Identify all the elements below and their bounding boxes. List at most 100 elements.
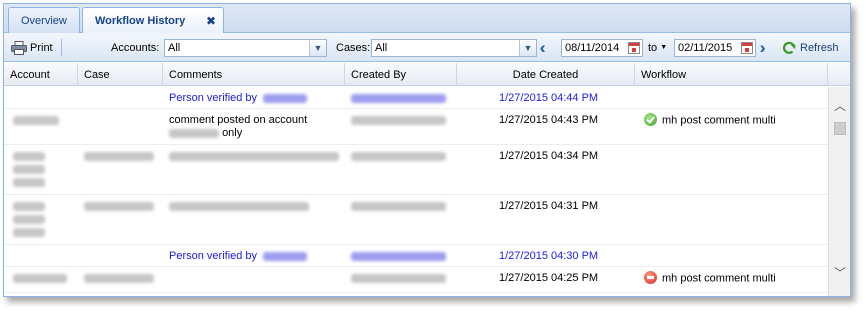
created-by-cell [351, 150, 446, 163]
table-row[interactable]: Person verified by 1/27/2015 04:44 PM [4, 87, 828, 109]
stop-circle-icon [644, 271, 657, 284]
cases-input[interactable] [372, 40, 519, 56]
created-by-cell [351, 200, 446, 213]
chevron-down-icon[interactable]: ▼ [309, 40, 326, 56]
table-row[interactable]: comment posted on account only 1/27/2015… [4, 109, 828, 145]
date-cell: 1/27/2015 04:31 PM [499, 200, 599, 212]
comment-cell: Person verified by [169, 250, 308, 263]
printer-icon [11, 40, 27, 55]
table-row[interactable]: 1/27/2015 04:34 PM [4, 145, 828, 195]
toolbar-separator [61, 39, 62, 56]
date-cell: 1/27/2015 04:25 PM [499, 272, 599, 284]
print-button[interactable]: Print [11, 33, 53, 62]
redacted-case [84, 151, 154, 161]
account-cell [13, 150, 45, 189]
scrollbar-thumb[interactable] [834, 122, 846, 135]
redacted-account [13, 273, 67, 283]
calendar-icon[interactable] [628, 42, 640, 54]
redacted-comment [169, 151, 339, 161]
redacted-account [13, 164, 45, 174]
account-cell [13, 114, 59, 127]
redacted-account [13, 177, 45, 187]
redacted-user [351, 93, 446, 103]
redacted-comment [169, 201, 309, 211]
date-from-input[interactable] [562, 40, 625, 56]
grid-header: Account Case Comments Created By Date Cr… [4, 63, 850, 86]
date-from-field[interactable] [561, 39, 643, 57]
accounts-label: Accounts: [111, 41, 160, 54]
workflow-text: mh post comment multi [662, 114, 776, 127]
tab-bar: Overview Workflow History ✖ [4, 4, 850, 34]
redacted-user [351, 251, 446, 261]
redacted-account [13, 115, 59, 125]
case-cell [84, 200, 154, 213]
workflow-cell: mh post comment multi [644, 113, 776, 127]
column-header-case[interactable]: Case [78, 63, 163, 86]
comment-cell: Person verified by [169, 92, 308, 105]
scroll-up-icon[interactable]: ︿ [829, 97, 850, 113]
redacted-account [13, 214, 45, 224]
date-to-field[interactable] [674, 39, 756, 57]
created-by-cell [351, 114, 446, 127]
tab-overview[interactable]: Overview [8, 7, 80, 33]
date-cell: 1/27/2015 04:30 PM [499, 250, 599, 262]
case-cell [84, 150, 154, 163]
comment-cell [169, 150, 339, 163]
workflow-panel: Overview Workflow History ✖ Print Accoun… [3, 3, 851, 297]
comment-cell: comment posted on account only [169, 114, 307, 140]
refresh-label: Refresh [800, 41, 839, 54]
account-cell [13, 272, 67, 285]
refresh-button[interactable]: Refresh [781, 33, 839, 62]
date-range-to[interactable]: to ▼ [648, 33, 667, 62]
date-to-input[interactable] [675, 40, 738, 56]
column-header-date-created[interactable]: Date Created [457, 63, 635, 86]
accounts-select[interactable]: ▼ [164, 39, 327, 57]
tab-label: Workflow History [95, 15, 186, 27]
table-row[interactable]: 1/27/2015 04:25 PM mh post comment multi [4, 267, 828, 293]
column-header-created-by[interactable]: Created By [345, 63, 457, 86]
redacted-case [84, 201, 154, 211]
redacted-user [351, 201, 446, 211]
vertical-scrollbar[interactable]: ︿ ﹀ [828, 87, 850, 296]
comment-text: Person verified by [169, 250, 258, 262]
chevron-down-icon[interactable]: ▼ [519, 40, 536, 56]
redacted-account [13, 151, 45, 161]
to-label: to [648, 41, 658, 54]
date-cell: 1/27/2015 04:34 PM [499, 150, 599, 162]
redacted-user [351, 115, 446, 125]
print-label: Print [30, 41, 53, 54]
redacted-account [13, 201, 45, 211]
created-by-cell [351, 272, 446, 285]
close-icon[interactable]: ✖ [206, 14, 216, 28]
comment-text: only [222, 127, 243, 139]
grid-body: Person verified by 1/27/2015 04:44 PM co… [4, 87, 828, 296]
refresh-icon [783, 41, 796, 54]
redacted-account [13, 227, 45, 237]
comment-text: comment posted on account [169, 114, 308, 126]
case-cell [84, 272, 154, 285]
tab-label: Overview [21, 15, 67, 27]
created-by-cell [351, 92, 446, 105]
created-by-cell [351, 250, 446, 263]
accounts-input[interactable] [165, 40, 309, 56]
workflow-text: mh post comment multi [662, 272, 776, 285]
toolbar: Print Accounts: ▼ Cases: ▼ ‹‹ to ▼ ›› [4, 33, 850, 62]
check-circle-icon [644, 113, 657, 126]
calendar-icon[interactable] [741, 42, 753, 54]
caret-down-icon: ▼ [660, 44, 668, 51]
column-header-workflow[interactable]: Workflow [635, 63, 828, 86]
comment-text: Person verified by [169, 92, 258, 104]
cases-label: Cases: [336, 41, 371, 54]
table-row[interactable]: Person verified by 1/27/2015 04:30 PM [4, 245, 828, 267]
redacted-user [351, 151, 446, 161]
scroll-down-icon[interactable]: ﹀ [829, 264, 850, 280]
table-row[interactable]: 1/27/2015 04:31 PM [4, 195, 828, 245]
account-cell [13, 200, 45, 239]
date-cell: 1/27/2015 04:43 PM [499, 114, 599, 126]
tab-workflow-history[interactable]: Workflow History ✖ [82, 7, 224, 34]
column-header-account[interactable]: Account [4, 63, 78, 86]
workflow-cell: mh post comment multi [644, 271, 776, 285]
column-header-comments[interactable]: Comments [163, 63, 345, 86]
cases-select[interactable]: ▼ [371, 39, 537, 57]
date-cell: 1/27/2015 04:44 PM [499, 92, 599, 104]
